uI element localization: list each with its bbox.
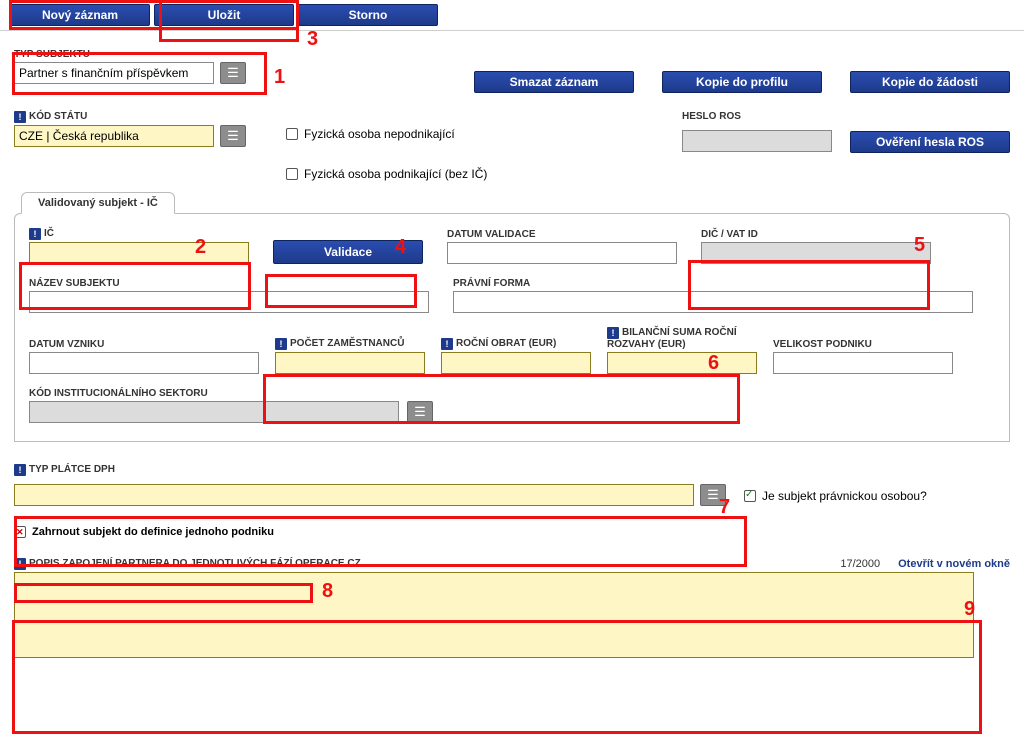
heslo-ros-label: HESLO ROS <box>682 111 832 122</box>
popis-textarea[interactable] <box>14 572 974 658</box>
datum-vzniku-input[interactable] <box>29 352 259 374</box>
typ-platce-input[interactable] <box>14 484 694 506</box>
pravni-forma-input[interactable] <box>453 291 973 313</box>
kod-statu-field: !KÓD STÁTU ☰ <box>14 111 246 147</box>
velikost-podniku-label: VELIKOST PODNIKU <box>773 339 953 350</box>
delete-record-button[interactable]: Smazat záznam <box>474 71 634 93</box>
pravni-forma-label: PRÁVNÍ FORMA <box>453 278 995 289</box>
dic-input[interactable] <box>701 242 931 264</box>
zahrnout-row: Zahrnout subjekt do definice jednoho pod… <box>14 526 1010 538</box>
rocni-obrat-input[interactable] <box>441 352 591 374</box>
dic-label: DIČ / VAT ID <box>701 229 931 240</box>
copy-request-button[interactable]: Kopie do žádosti <box>850 71 1010 93</box>
kod-statu-input[interactable] <box>14 125 214 147</box>
bilancni-suma-label: !BILANČNÍ SUMA ROČNÍ ROZVAHY (EUR) <box>607 327 757 350</box>
popis-counter: 17/2000 <box>840 558 880 570</box>
pocet-zamestnancu-field: !POČET ZAMĚSTNANCŮ <box>275 338 425 374</box>
toolbar: Nový záznam Uložit Storno <box>0 0 1024 31</box>
form-content: TYP SUBJEKTU ☰ Smazat záznam Kopie do pr… <box>0 31 1024 675</box>
fyz-nepodnikajici-checkbox[interactable]: Fyzická osoba nepodnikající <box>286 127 487 141</box>
typ-platce-field: !TYP PLÁTCE DPH ☰ <box>14 464 726 506</box>
sektor-picker-icon[interactable]: ☰ <box>407 401 433 423</box>
datum-validace-field: DATUM VALIDACE <box>447 229 677 264</box>
new-record-button[interactable]: Nový záznam <box>10 4 150 26</box>
pravni-forma-field: PRÁVNÍ FORMA <box>453 278 995 313</box>
cancel-button[interactable]: Storno <box>298 4 438 26</box>
nazev-input[interactable] <box>29 291 429 313</box>
kod-statu-picker-icon[interactable]: ☰ <box>220 125 246 147</box>
section-kod-statu: !KÓD STÁTU ☰ Fyzická osoba nepodnikající… <box>14 111 1010 181</box>
popis-open-new-window-link[interactable]: Otevřít v novém okně <box>898 558 1010 570</box>
typ-subjektu-picker-icon[interactable]: ☰ <box>220 62 246 84</box>
checkbox-icon <box>286 128 298 140</box>
nazev-label: NÁZEV SUBJEKTU <box>29 278 429 289</box>
pocet-zamestnancu-input[interactable] <box>275 352 425 374</box>
datum-vzniku-field: DATUM VZNIKU <box>29 339 259 374</box>
save-button[interactable]: Uložit <box>154 4 294 26</box>
bilancni-suma-field: !BILANČNÍ SUMA ROČNÍ ROZVAHY (EUR) <box>607 327 757 374</box>
dic-field: DIČ / VAT ID <box>701 229 931 264</box>
typ-subjektu-label: TYP SUBJEKTU <box>14 49 246 60</box>
typ-subjektu-field: TYP SUBJEKTU ☰ <box>14 49 246 93</box>
validovany-subjekt-tab[interactable]: Validovaný subjekt - IČ <box>21 192 175 214</box>
overeni-hesla-button[interactable]: Ověření hesla ROS <box>850 131 1010 153</box>
rocni-obrat-label: !ROČNÍ OBRAT (EUR) <box>441 338 591 350</box>
typ-subjektu-input[interactable] <box>14 62 214 84</box>
velikost-podniku-field: VELIKOST PODNIKU <box>773 339 953 374</box>
kod-statu-label: !KÓD STÁTU <box>14 111 246 123</box>
ic-input[interactable] <box>29 242 249 264</box>
fyz-podnikajici-label: Fyzická osoba podnikající (bez IČ) <box>304 167 487 181</box>
ic-label: !IČ <box>29 228 249 240</box>
nazev-field: NÁZEV SUBJEKTU <box>29 278 429 313</box>
je-pravnicka-label: Je subjekt právnickou osobou? <box>762 489 927 503</box>
validovany-subjekt-panel: Validovaný subjekt - IČ !IČ Validace DAT… <box>14 213 1010 442</box>
ic-field: !IČ <box>29 228 249 264</box>
typ-platce-label: !TYP PLÁTCE DPH <box>14 464 115 476</box>
heslo-ros-field: HESLO ROS <box>682 111 832 153</box>
je-pravnicka-checkbox[interactable]: Je subjekt právnickou osobou? <box>744 489 927 503</box>
popis-section: !POPIS ZAPOJENÍ PARTNERA DO JEDNOTLIVÝCH… <box>14 558 1010 661</box>
fyz-podnikajici-checkbox[interactable]: Fyzická osoba podnikající (bez IČ) <box>286 167 487 181</box>
sektor-input[interactable] <box>29 401 399 423</box>
zahrnout-checkbox[interactable] <box>14 526 26 538</box>
popis-label: !POPIS ZAPOJENÍ PARTNERA DO JEDNOTLIVÝCH… <box>14 558 361 570</box>
checkbox-icon <box>286 168 298 180</box>
section-typ-subjektu: TYP SUBJEKTU ☰ Smazat záznam Kopie do pr… <box>14 49 1010 93</box>
datum-validace-input[interactable] <box>447 242 677 264</box>
checkbox-checked-icon <box>744 490 756 502</box>
rocni-obrat-field: !ROČNÍ OBRAT (EUR) <box>441 338 591 374</box>
datum-vzniku-label: DATUM VZNIKU <box>29 339 259 350</box>
sektor-label: KÓD INSTITUCIONÁLNÍHO SEKTORU <box>29 388 399 399</box>
typ-platce-picker-icon[interactable]: ☰ <box>700 484 726 506</box>
validace-button[interactable]: Validace <box>273 240 423 264</box>
heslo-ros-input[interactable] <box>682 130 832 152</box>
fyz-nepodnikajici-label: Fyzická osoba nepodnikající <box>304 127 455 141</box>
pocet-zamestnancu-label: !POČET ZAMĚSTNANCŮ <box>275 338 425 350</box>
datum-validace-label: DATUM VALIDACE <box>447 229 677 240</box>
copy-profile-button[interactable]: Kopie do profilu <box>662 71 822 93</box>
velikost-podniku-input[interactable] <box>773 352 953 374</box>
zahrnout-label: Zahrnout subjekt do definice jednoho pod… <box>32 526 274 538</box>
bilancni-suma-input[interactable] <box>607 352 757 374</box>
typ-platce-row: !TYP PLÁTCE DPH ☰ Je subjekt právnickou … <box>14 464 1010 506</box>
sektor-field: KÓD INSTITUCIONÁLNÍHO SEKTORU <box>29 388 399 423</box>
